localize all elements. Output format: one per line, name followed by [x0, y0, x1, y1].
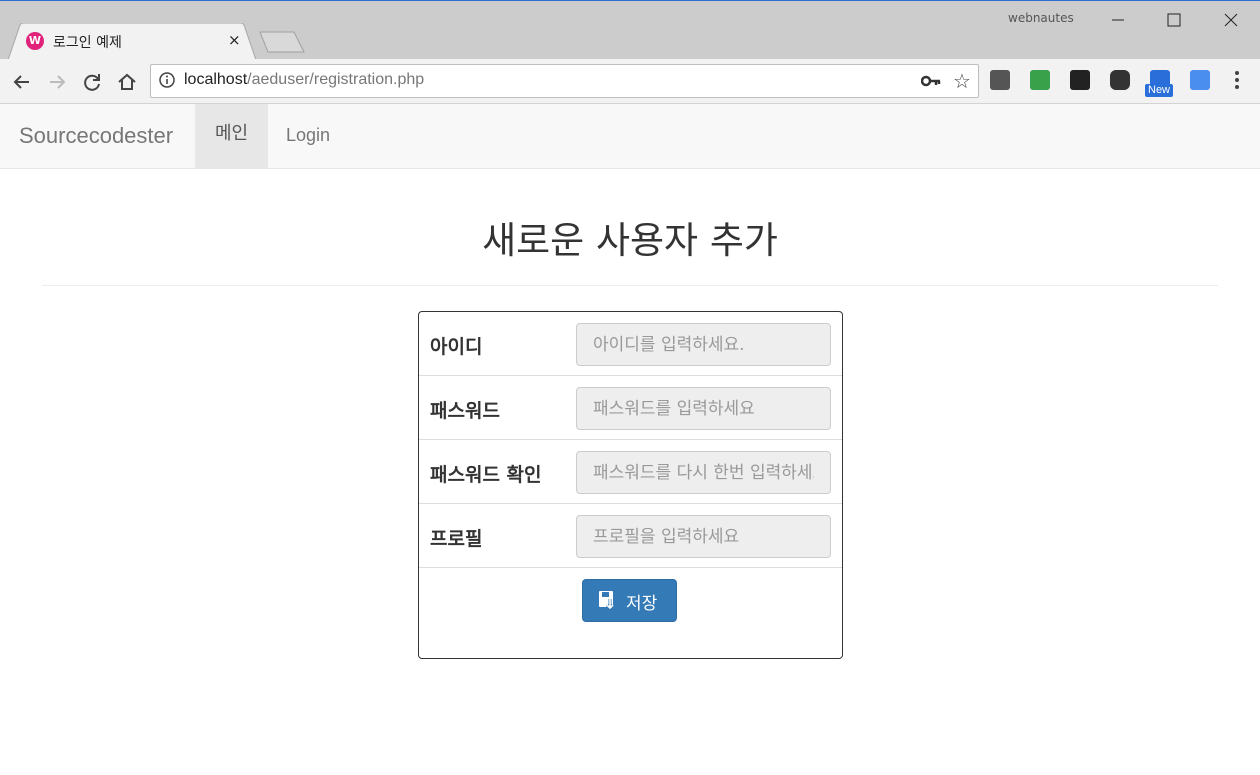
back-arrow-icon[interactable]: [10, 70, 34, 94]
browser-tab[interactable]: W 로그인 예제 ×: [8, 23, 256, 60]
download-extension-icon[interactable]: [1030, 70, 1050, 90]
address-bar[interactable]: localhost/aeduser/registration.php ☆: [150, 64, 979, 98]
wampserver-favicon-icon: W: [26, 32, 44, 50]
id-input[interactable]: [576, 323, 831, 366]
save-button[interactable]: 저장: [582, 579, 677, 622]
lightbulb-extension-icon[interactable]: [990, 70, 1010, 90]
key-icon[interactable]: [921, 73, 941, 89]
tampermonkey-extension-icon[interactable]: [1110, 70, 1130, 90]
form-row-id: 아이디: [419, 312, 842, 376]
password-label: 패스워드: [430, 400, 500, 422]
nav-item-main[interactable]: 메인: [195, 104, 268, 168]
browser-toolbar: localhost/aeduser/registration.php ☆: [0, 59, 1260, 104]
reload-icon[interactable]: [80, 70, 104, 94]
registration-form: 아이디 패스워드 패스워드 확인 프로필 저장: [418, 311, 843, 659]
maximize-icon[interactable]: [1159, 9, 1189, 31]
save-icon: [599, 591, 615, 610]
id-label: 아이디: [430, 336, 483, 358]
url-path: /aeduser/registration.php: [247, 71, 425, 88]
browser-titlebar: W 로그인 예제 × webnautes: [0, 0, 1260, 60]
site-info-icon[interactable]: [159, 72, 175, 88]
profile-input[interactable]: [576, 515, 831, 558]
save-label: 저장: [626, 594, 658, 614]
title-divider: [42, 285, 1218, 286]
nav-item-login[interactable]: Login: [286, 125, 330, 146]
site-navbar: Sourcecodester 메인 Login: [0, 104, 1260, 169]
menu-dots-icon[interactable]: [1232, 68, 1242, 99]
new-tab-button[interactable]: [258, 31, 306, 53]
password-input[interactable]: [576, 387, 831, 430]
form-row-password-confirm: 패스워드 확인: [419, 440, 842, 504]
profile-label: 프로필: [430, 528, 483, 550]
password-confirm-label: 패스워드 확인: [430, 464, 542, 486]
minimize-icon[interactable]: [1103, 9, 1133, 31]
extension-new-badge: New: [1145, 84, 1174, 97]
home-icon[interactable]: [115, 70, 139, 94]
checkmark-extension-icon[interactable]: [1190, 70, 1210, 90]
tab-title: 로그인 예제: [53, 35, 122, 51]
font-extension-icon[interactable]: [1070, 70, 1090, 90]
tab-close-icon[interactable]: ×: [228, 31, 241, 49]
close-window-icon[interactable]: [1216, 9, 1246, 31]
url-host: localhost: [184, 71, 248, 88]
form-row-profile: 프로필: [419, 504, 842, 568]
tab-shape: [8, 23, 256, 60]
navbar-brand[interactable]: Sourcecodester: [19, 123, 173, 149]
page-title: 새로운 사용자 추가: [482, 219, 778, 262]
password-confirm-input[interactable]: [576, 451, 831, 494]
profile-name[interactable]: webnautes: [1008, 11, 1074, 25]
bookmark-star-icon[interactable]: ☆: [953, 69, 971, 93]
url-text: localhost/aeduser/registration.php: [184, 71, 424, 89]
forward-arrow-icon[interactable]: [45, 70, 69, 94]
form-row-password: 패스워드: [419, 376, 842, 440]
